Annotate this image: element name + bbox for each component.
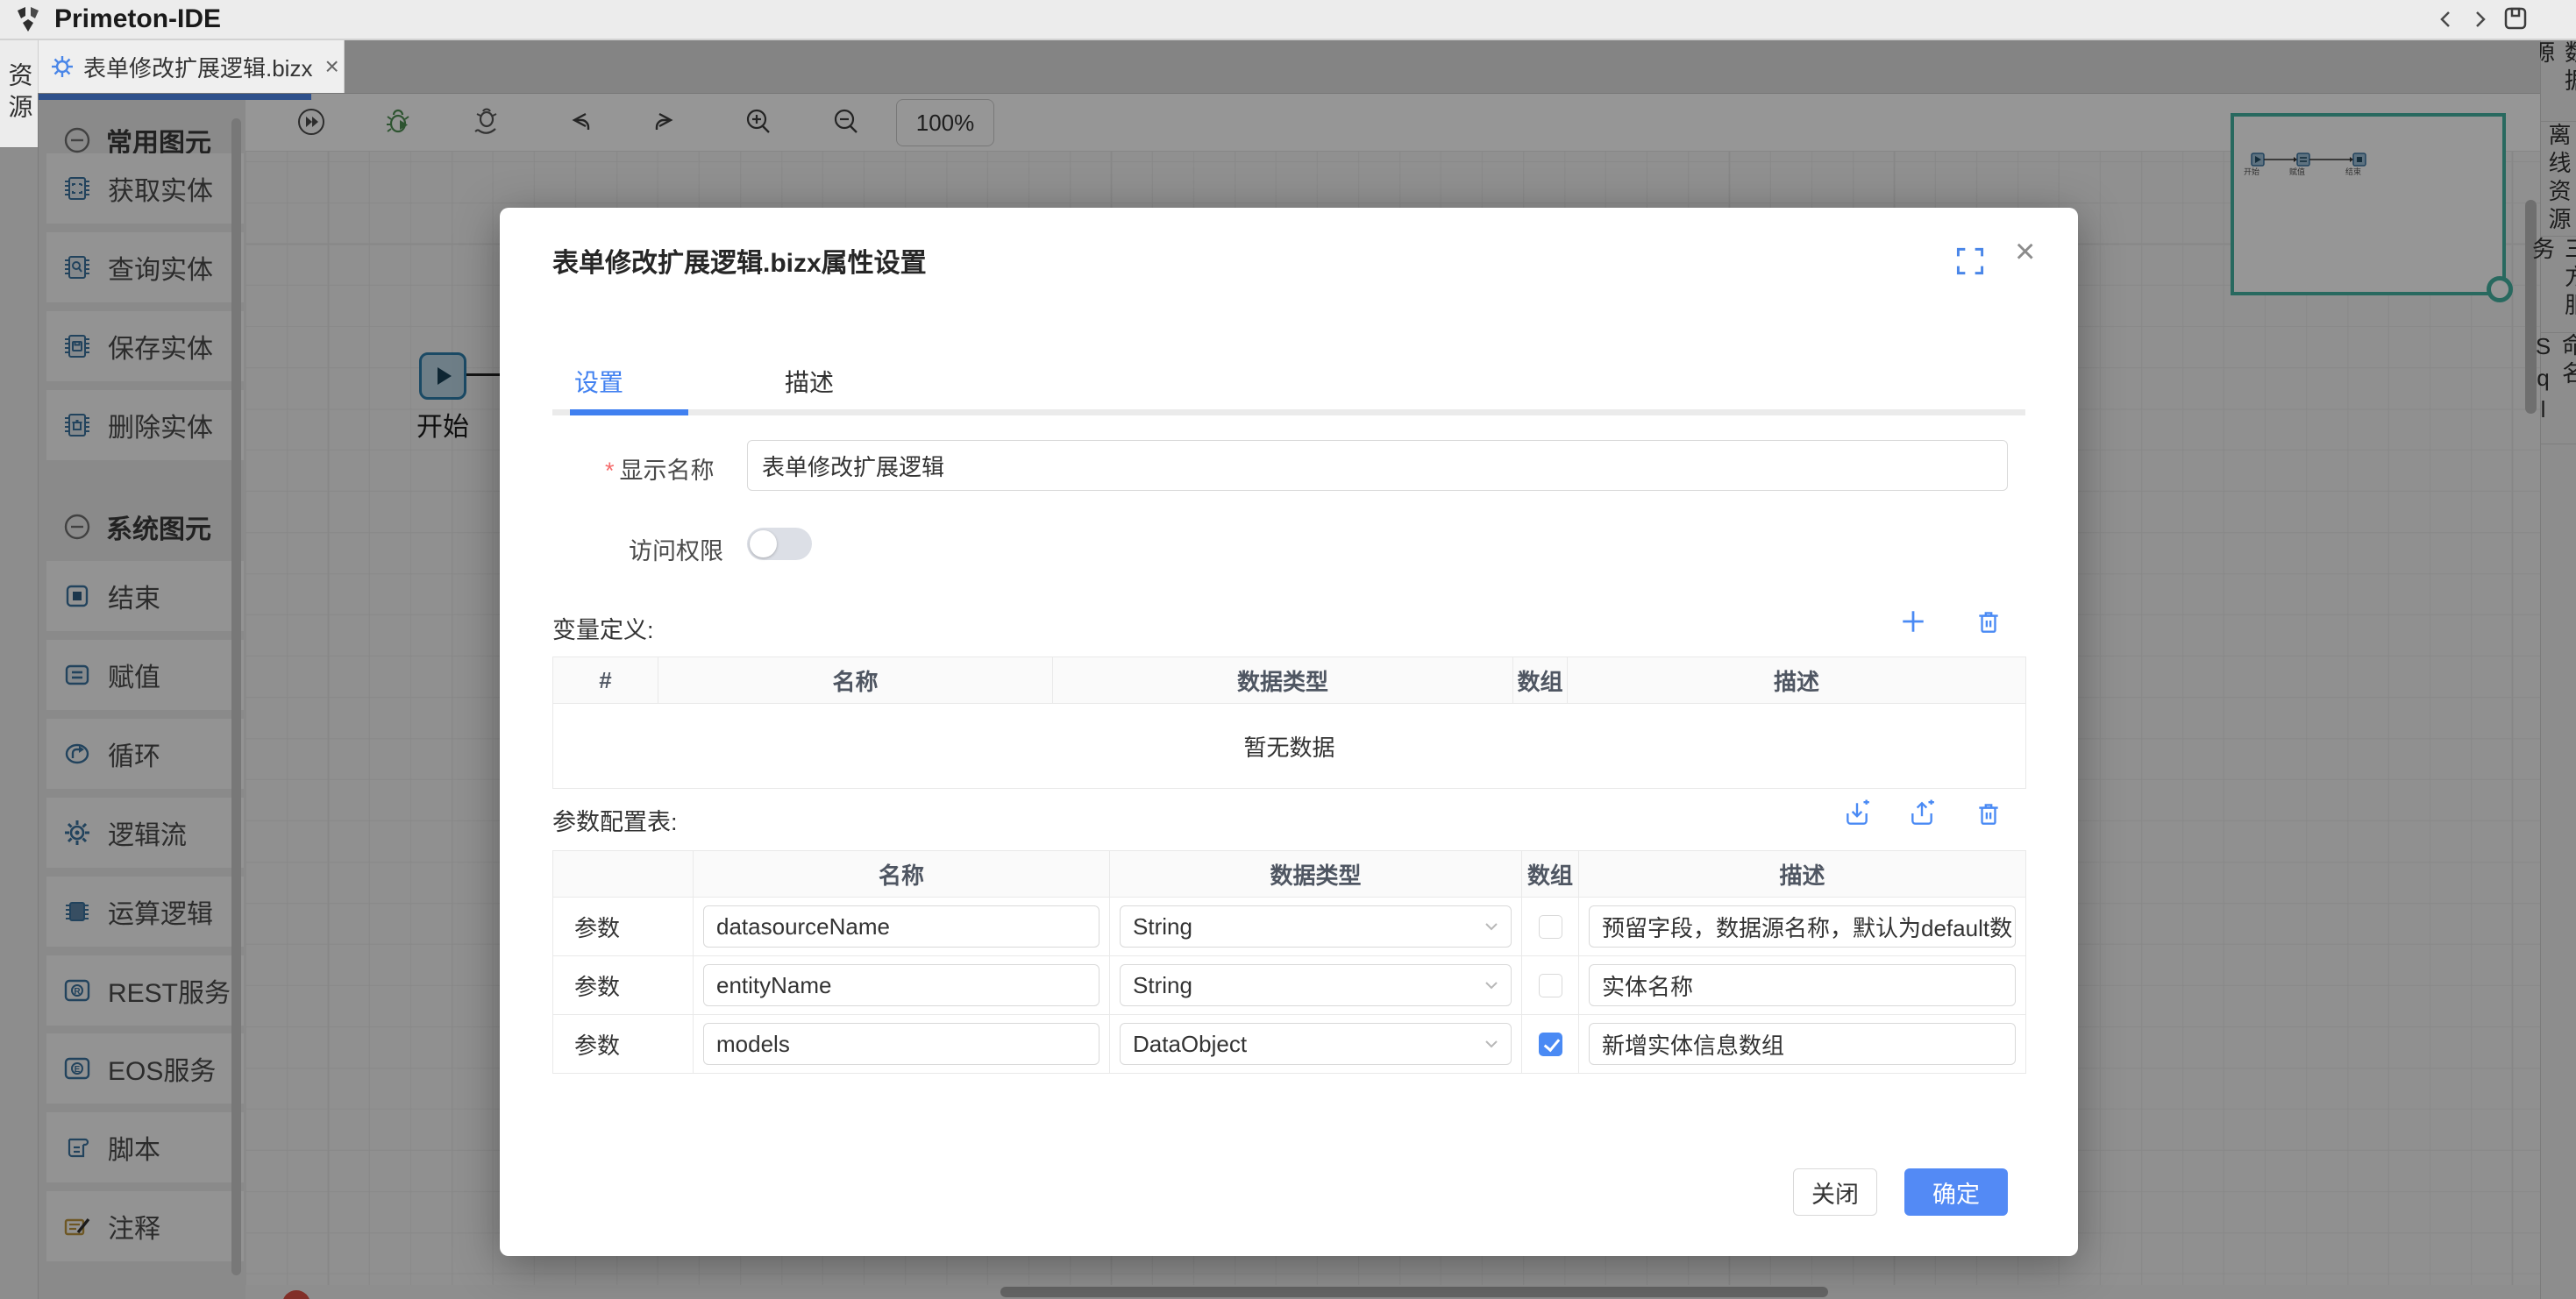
param-row: 参数 datasourceName String 预留字段，数据源名称，默认为d…	[553, 898, 2026, 956]
export-params-icon[interactable]	[1908, 799, 1936, 827]
dialog-tab-description[interactable]: 描述	[785, 364, 834, 399]
nav-back-icon[interactable]	[2434, 7, 2459, 32]
fullscreen-icon[interactable]	[1955, 246, 1985, 276]
delete-variable-icon[interactable]	[1975, 607, 2003, 635]
param-type-select[interactable]: DataObject	[1120, 1023, 1512, 1065]
variables-table: # 名称 数据类型 数组 描述 暂无数据	[552, 657, 2026, 789]
param-row: 参数 models DataObject 新增实体信息数组	[553, 1015, 2026, 1074]
app-title: Primeton-IDE	[54, 0, 221, 39]
param-type: 参数	[553, 956, 694, 1015]
col-datatype: 数据类型	[1110, 851, 1522, 898]
params-section-label: 参数配置表:	[552, 803, 678, 837]
gear-icon	[50, 54, 75, 79]
array-checkbox[interactable]	[1539, 974, 1562, 997]
col-index: #	[553, 657, 658, 704]
dialog-tab-settings[interactable]: 设置	[574, 364, 623, 399]
col-desc: 描述	[1579, 851, 2026, 898]
tab-underline-active	[570, 409, 688, 415]
param-type: 参数	[553, 1015, 694, 1074]
params-table: 名称 数据类型 数组 描述 参数 datasourceName String 预…	[552, 850, 2026, 1074]
param-desc-input[interactable]: 预留字段，数据源名称，默认为default数	[1589, 905, 2016, 948]
delete-params-icon[interactable]	[1975, 799, 2003, 827]
editor-tab-label: 表单修改扩展逻辑.bizx	[83, 51, 312, 83]
save-icon[interactable]	[2502, 5, 2529, 32]
variables-section-label: 变量定义:	[552, 611, 654, 645]
ok-button[interactable]: 确定	[1904, 1168, 2008, 1216]
col-array: 数组	[1522, 851, 1579, 898]
col-name: 名称	[658, 657, 1053, 704]
editor-tab-active[interactable]: 表单修改扩展逻辑.bizx ×	[38, 40, 345, 93]
col-desc: 描述	[1568, 657, 2026, 704]
chevron-down-icon	[1484, 922, 1498, 931]
close-button[interactable]: 关闭	[1793, 1168, 1877, 1216]
modal-overlay	[345, 40, 2576, 93]
access-toggle[interactable]	[747, 528, 812, 560]
tab-close-icon[interactable]: ×	[324, 53, 338, 81]
toggle-knob	[750, 530, 777, 557]
import-params-icon[interactable]	[1843, 799, 1871, 827]
param-name-input[interactable]: entityName	[703, 964, 1099, 1006]
chevron-down-icon	[1484, 1040, 1498, 1048]
properties-dialog: 表单修改扩展逻辑.bizx属性设置 × 设置 描述 *显示名称 访问权限 变量定…	[500, 208, 2078, 1256]
array-checkbox[interactable]	[1539, 915, 1562, 939]
chevron-down-icon	[1484, 981, 1498, 990]
param-name-input[interactable]: datasourceName	[703, 905, 1099, 948]
param-type: 参数	[553, 898, 694, 956]
col-array: 数组	[1513, 657, 1568, 704]
app-window: Primeton-IDE 表单修改扩展逻辑.bizx × 资源 常用图元	[0, 0, 2576, 1299]
array-checkbox[interactable]	[1539, 1033, 1562, 1056]
params-header-row: 名称 数据类型 数组 描述	[553, 851, 2026, 898]
access-label: 访问权限	[629, 532, 723, 566]
display-name-label: *显示名称	[605, 451, 715, 486]
app-logo-icon	[14, 5, 42, 33]
display-name-input[interactable]	[747, 440, 2008, 491]
param-desc-input[interactable]: 实体名称	[1589, 964, 2016, 1006]
add-variable-icon[interactable]	[1899, 607, 1927, 635]
col-name: 名称	[694, 851, 1110, 898]
nav-forward-icon[interactable]	[2467, 7, 2492, 32]
tab-underline-track	[552, 409, 2025, 415]
col-blank	[553, 851, 694, 898]
title-bar: Primeton-IDE	[0, 0, 2576, 40]
modal-overlay	[0, 147, 38, 1299]
required-star: *	[605, 458, 615, 484]
rail-tab-resources[interactable]: 资源	[0, 40, 38, 148]
close-icon[interactable]: ×	[2015, 234, 2035, 269]
param-row: 参数 entityName String 实体名称	[553, 956, 2026, 1015]
variables-header-row: # 名称 数据类型 数组 描述	[553, 657, 2026, 704]
col-datatype: 数据类型	[1053, 657, 1513, 704]
dialog-title: 表单修改扩展逻辑.bizx属性设置	[552, 241, 927, 280]
param-desc-input[interactable]: 新增实体信息数组	[1589, 1023, 2016, 1065]
param-type-select[interactable]: String	[1120, 905, 1512, 948]
param-name-input[interactable]: models	[703, 1023, 1099, 1065]
param-type-select[interactable]: String	[1120, 964, 1512, 1006]
variables-empty-text: 暂无数据	[553, 704, 2026, 789]
